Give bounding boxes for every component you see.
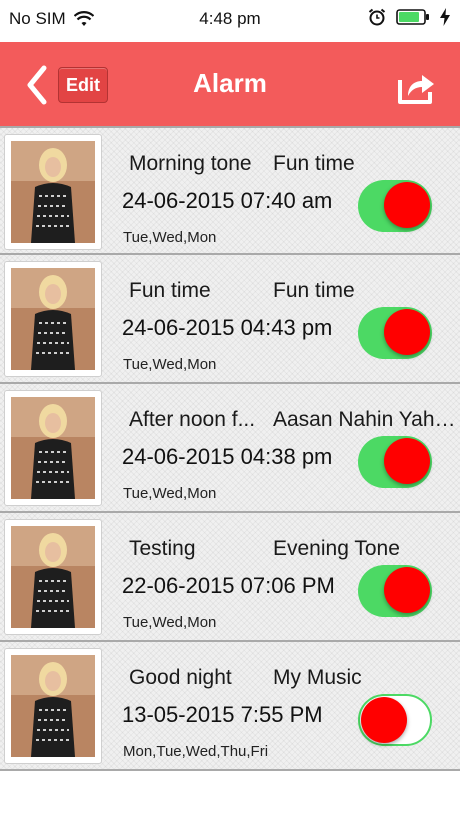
status-bar: No SIM 4:48 pm [0,0,460,40]
alarm-tone: Evening Tone [273,537,400,560]
charging-bolt-icon [440,8,450,26]
alarm-row[interactable]: Morning tone Fun time 24-06-2015 07:40 a… [0,126,460,255]
alarm-thumbnail [4,390,102,506]
page-title: Alarm [193,68,267,98]
alarm-name: Good night [129,666,232,689]
alarm-thumbnail [4,134,102,250]
toggle-knob [361,697,407,743]
alarm-tone: My Music [273,666,362,689]
alarm-toggle[interactable] [358,180,432,232]
alarm-datetime: 24-06-2015 04:43 pm [122,315,333,340]
toggle-knob [384,182,430,228]
alarm-toggle[interactable] [358,436,432,488]
alarm-days: Mon,Tue,Wed,Thu,Fri [123,743,269,760]
nav-header: Edit Alarm [0,42,460,126]
alarm-thumbnail [4,261,102,377]
woman-photo-icon [11,268,95,370]
alarm-list: Morning tone Fun time 24-06-2015 07:40 a… [0,126,460,771]
alarm-days: Tue,Wed,Mon [123,356,217,373]
alarm-days: Tue,Wed,Mon [123,614,217,631]
woman-photo-icon [11,141,95,243]
toggle-knob [384,567,430,613]
alarm-tone: Fun time [273,152,355,175]
alarm-tone: Aasan Nahin Yaha... [273,408,457,431]
alarm-datetime: 22-06-2015 07:06 PM [122,573,335,598]
alarm-clock-icon [368,8,386,26]
alarm-toggle[interactable] [358,307,432,359]
alarm-days: Tue,Wed,Mon [123,485,217,502]
alarm-datetime: 24-06-2015 04:38 pm [122,444,333,469]
alarm-name: After noon f... [129,408,256,431]
battery-icon [396,9,429,25]
status-right [368,8,450,26]
share-icon[interactable] [396,66,436,106]
woman-photo-icon [11,655,95,757]
alarm-row[interactable]: Fun time Fun time 24-06-2015 04:43 pm Tu… [0,255,460,384]
alarm-name: Morning tone [129,152,252,175]
alarm-datetime: 13-05-2015 7:55 PM [122,702,323,727]
alarm-days: Tue,Wed,Mon [123,229,217,246]
alarm-thumbnail [4,519,102,635]
alarm-tone: Fun time [273,279,355,302]
alarm-name: Testing [129,537,196,560]
alarm-row[interactable]: Testing Evening Tone 22-06-2015 07:06 PM… [0,513,460,642]
alarm-thumbnail [4,648,102,764]
woman-photo-icon [11,397,95,499]
alarm-row[interactable]: After noon f... Aasan Nahin Yaha... 24-0… [0,384,460,513]
alarm-toggle[interactable] [358,565,432,617]
toggle-knob [384,309,430,355]
toggle-knob [384,438,430,484]
alarm-datetime: 24-06-2015 07:40 am [122,188,333,213]
alarm-name: Fun time [129,279,211,302]
woman-photo-icon [11,526,95,628]
alarm-row[interactable]: Good night My Music 13-05-2015 7:55 PM M… [0,642,460,771]
alarm-toggle[interactable] [358,694,432,746]
